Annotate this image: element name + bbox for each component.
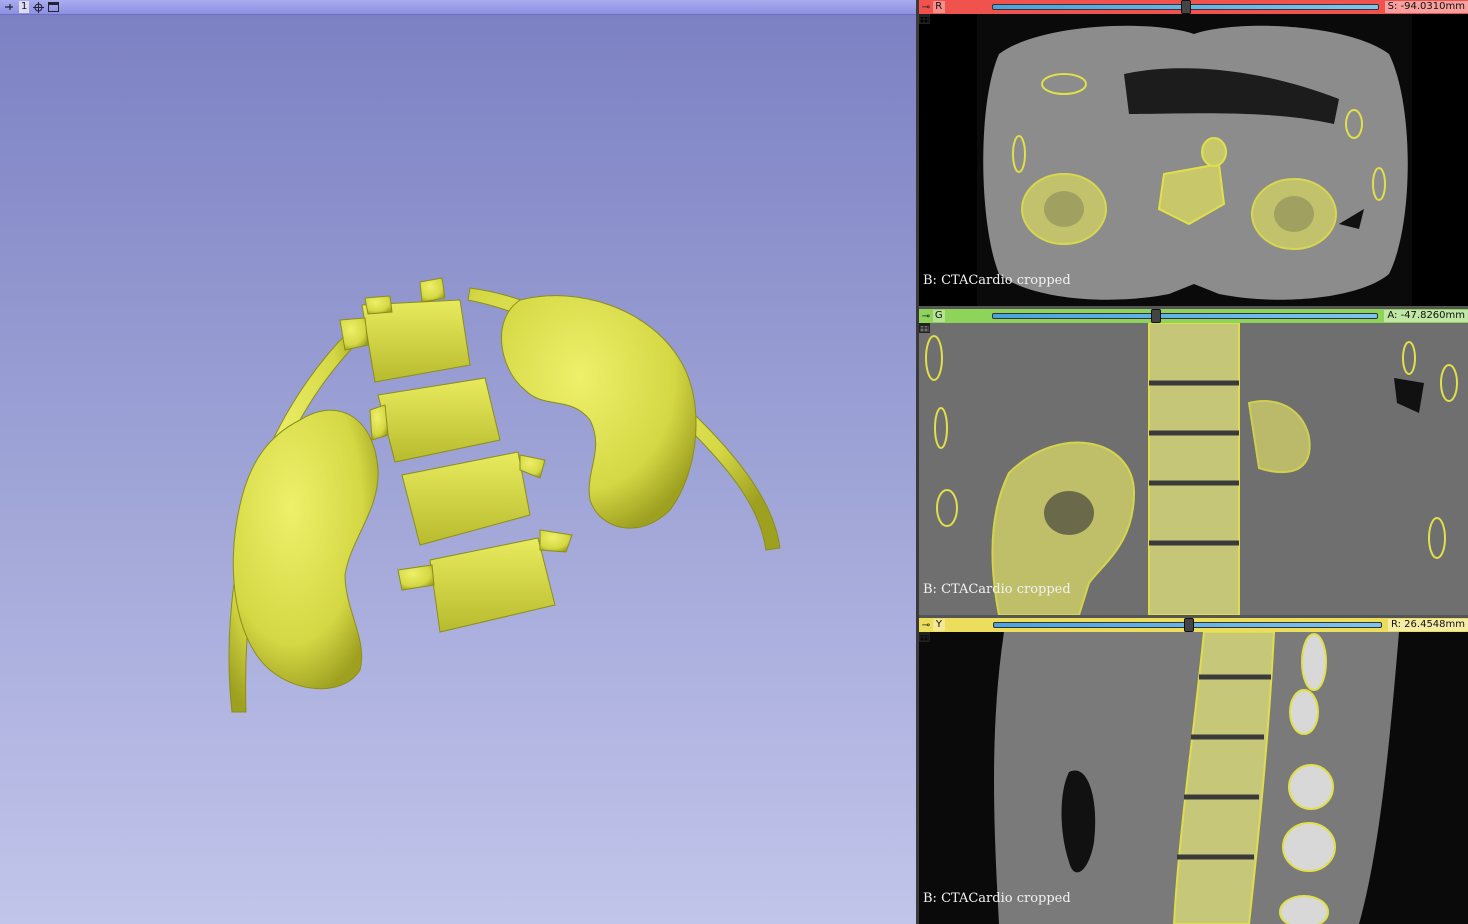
pin-icon[interactable]: ⊸ (919, 620, 933, 631)
sagittal-ct-image (919, 632, 1468, 924)
slice-offset-slider[interactable] (992, 0, 1379, 14)
slice-layer-label: B: CTACardio cropped (923, 891, 1071, 906)
slice-letter: Y (932, 619, 945, 631)
axial-ct-image (977, 14, 1412, 306)
left-kidney (232, 409, 379, 690)
right-kidney (501, 295, 697, 529)
maximize-view-icon[interactable] (919, 2, 978, 24)
coronal-ct-image (919, 323, 1468, 615)
slice-coordinate: A: -47.8260mm (1384, 310, 1468, 322)
slider-handle[interactable] (1183, 618, 1194, 632)
green-slice-controller-bar: ⊸ G A: -47.8260mm (919, 309, 1468, 333)
slice-offset-slider[interactable] (992, 309, 1379, 323)
link-icon[interactable] (919, 620, 962, 642)
yellow-slice-controller-bar: ⊸ Y R: 26.4548mm (919, 618, 1468, 642)
link-icon[interactable] (919, 311, 962, 333)
maximize-view-icon[interactable] (919, 620, 979, 642)
yellow-slice-view[interactable]: ⊸ Y R: 26.4548mm B: CTACardio cropped (919, 618, 1468, 924)
green-slice-view[interactable]: ⊸ G A: -47.8260mm B: CTACardio cropped (919, 309, 1468, 615)
pin-icon[interactable]: ⊸ (919, 311, 933, 322)
slice-layer-label: B: CTACardio cropped (923, 273, 1071, 288)
pin-icon[interactable]: ⊸ (919, 2, 933, 13)
3d-view[interactable]: 1 (0, 0, 916, 924)
3d-rendered-model[interactable] (0, 0, 916, 924)
red-slice-controller-bar: ⊸ R S: -94.0310mm (919, 0, 1468, 24)
slice-letter: G (932, 310, 945, 322)
maximize-view-icon[interactable] (919, 311, 978, 333)
slice-letter: R (932, 1, 945, 13)
slice-layer-label: B: CTACardio cropped (923, 582, 1071, 597)
slider-handle[interactable] (1181, 0, 1192, 14)
slice-coordinate: S: -94.0310mm (1384, 1, 1468, 13)
link-icon[interactable] (919, 2, 962, 24)
slider-handle[interactable] (1151, 309, 1162, 323)
slice-offset-slider[interactable] (992, 618, 1382, 632)
red-slice-view[interactable]: ⊸ R S: -94.0310mm B: CTACardio cropped (919, 0, 1468, 306)
slice-coordinate: R: 26.4548mm (1387, 619, 1468, 631)
